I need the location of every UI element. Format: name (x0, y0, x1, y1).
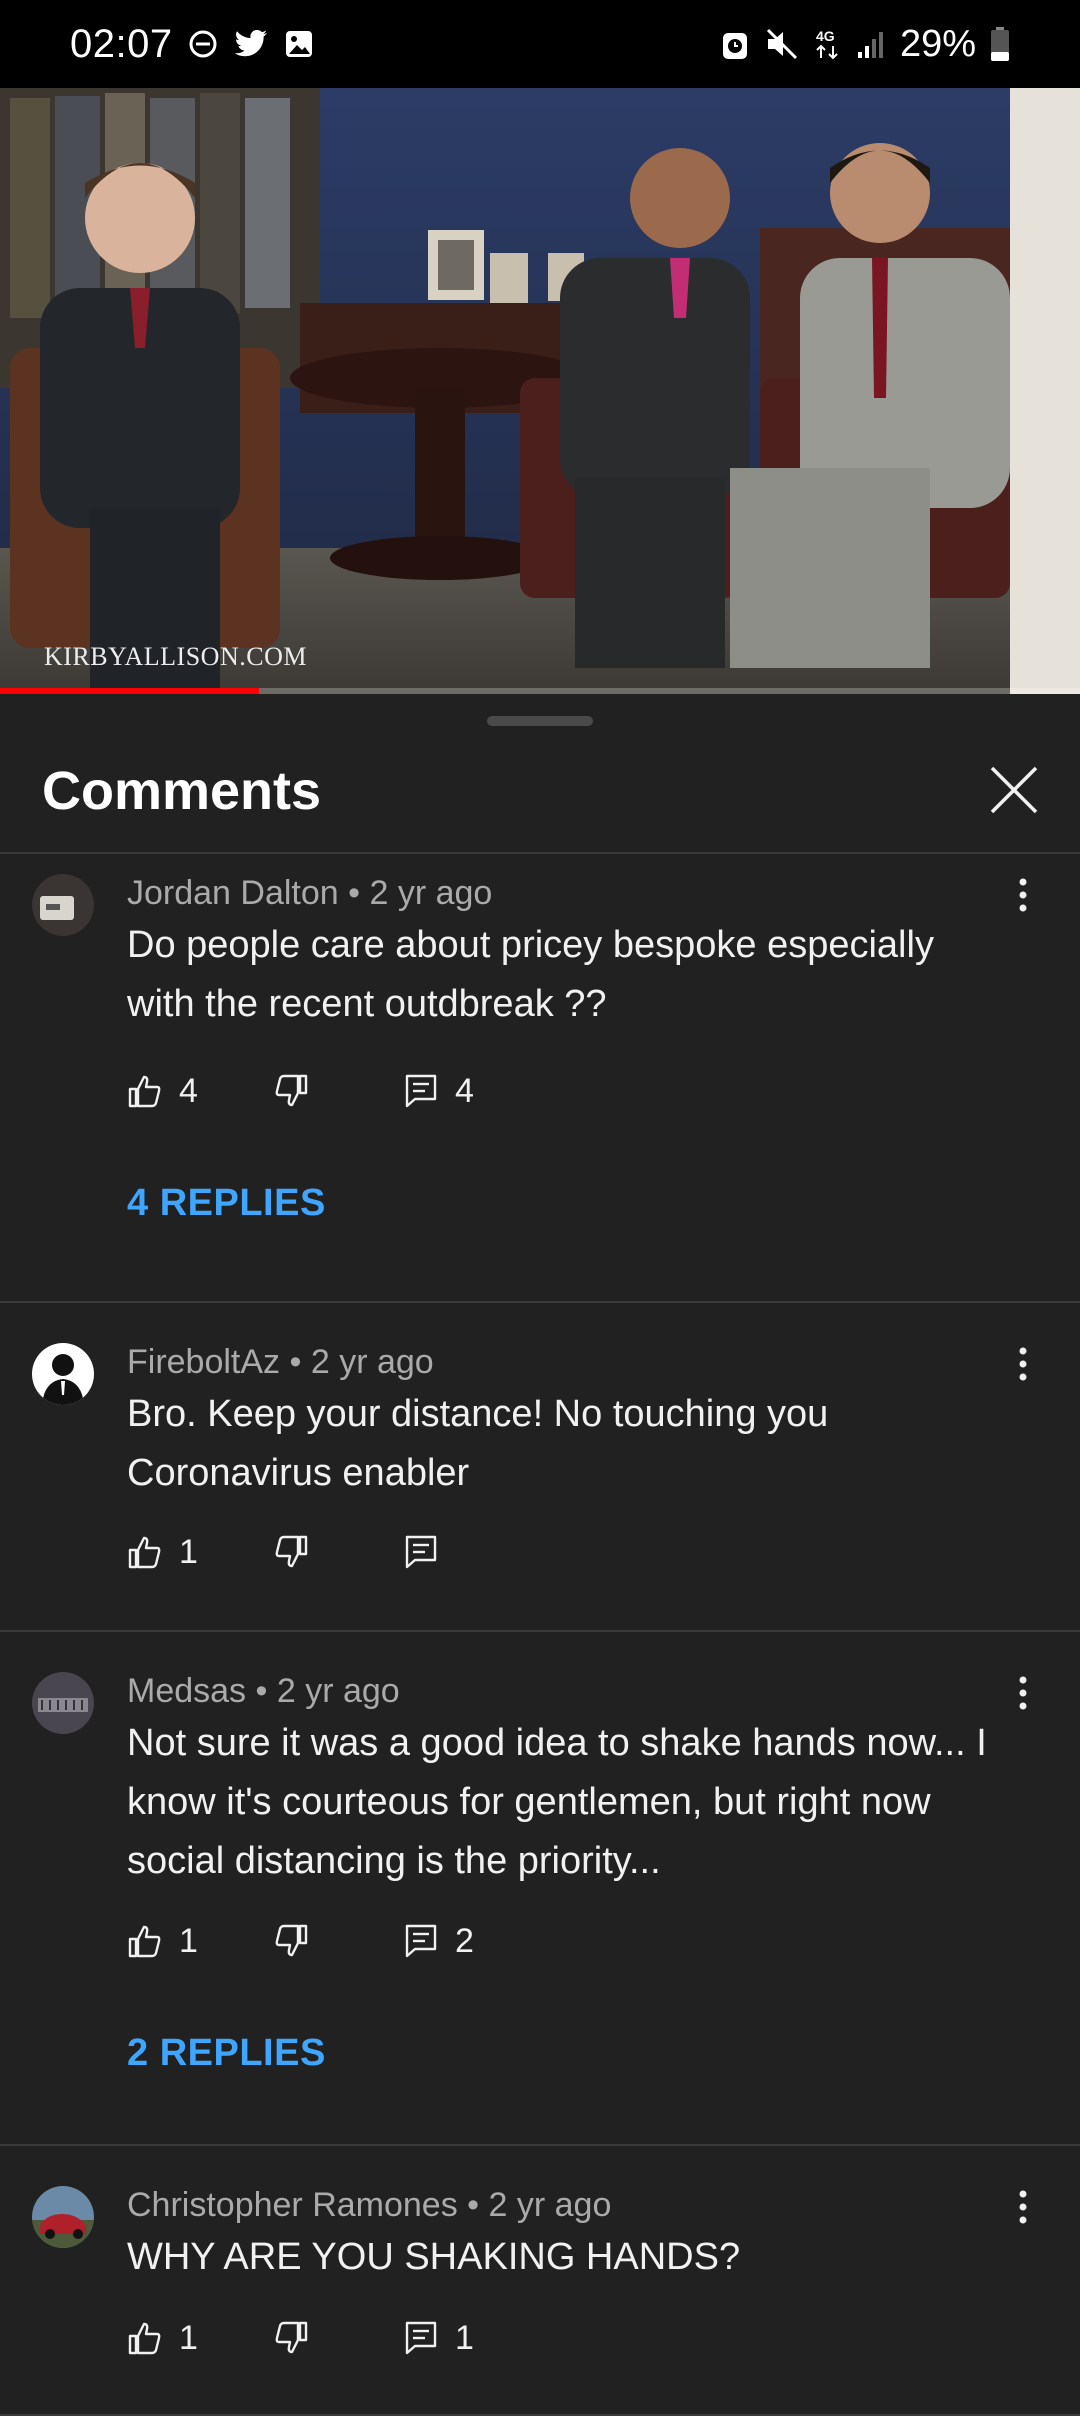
more-options-button[interactable] (1008, 1668, 1038, 1718)
comment-text: Bro. Keep your distance! No touching you… (127, 1393, 829, 1494)
video-watermark: KIRBYALLISON.COM (44, 642, 307, 671)
gallery-icon (283, 28, 315, 60)
more-vert-icon (1019, 1676, 1027, 1710)
thumbs-up-icon (128, 1075, 161, 1108)
comments-header: Comments (0, 740, 1080, 854)
comment-item: Christopher Ramones • 2 yr ago WHY ARE Y… (0, 2146, 1080, 2416)
avatar[interactable] (32, 1343, 94, 1405)
comment-meta: Medsas • 2 yr ago (127, 1672, 400, 1710)
comment-actions: 1 (127, 1527, 455, 1577)
status-bar: 02:07 4G 29% (0, 0, 1080, 88)
more-options-button[interactable] (1008, 2182, 1038, 2232)
thumbs-up-icon (128, 1925, 161, 1958)
more-options-button[interactable] (1008, 1339, 1038, 1389)
comment-actions: 1 1 (127, 2313, 474, 2363)
like-count: 1 (179, 1532, 198, 1571)
like-button[interactable]: 1 (127, 1922, 273, 1961)
comments-list: Jordan Dalton • 2 yr ago Do people care … (0, 856, 1080, 2416)
reply-icon (405, 1535, 437, 1569)
thumbs-down-icon (275, 1924, 308, 1957)
more-vert-icon (1019, 2190, 1027, 2224)
dislike-button[interactable] (273, 1534, 403, 1570)
avatar[interactable] (32, 1672, 94, 1734)
battery-percent: 29% (899, 22, 976, 65)
drag-handle[interactable] (487, 716, 593, 726)
comment-text: Do people care about pricey bespoke espe… (127, 924, 934, 1025)
comments-title: Comments (42, 761, 322, 821)
like-count: 4 (179, 1071, 198, 1110)
4g-icon: 4G (814, 26, 842, 62)
signal-icon (856, 28, 886, 60)
battery-icon (990, 26, 1010, 62)
status-time: 02:07 (70, 21, 173, 66)
comments-sheet: Comments Jordan Dalton • 2 yr ago Do peo… (0, 694, 1080, 2416)
reply-count: 2 (455, 1921, 474, 1960)
comment-actions: 4 4 (127, 1066, 474, 1116)
thumbs-down-icon (275, 2321, 308, 2354)
alarm-icon (720, 27, 750, 61)
more-vert-icon (1019, 1347, 1027, 1381)
view-replies-link[interactable]: 4 REPLIES (127, 1182, 326, 1225)
more-options-button[interactable] (1008, 870, 1038, 920)
like-button[interactable]: 1 (127, 1533, 273, 1572)
like-button[interactable]: 1 (127, 2319, 273, 2358)
comment-text: WHY ARE YOU SHAKING HANDS? (127, 2236, 741, 2278)
thumbs-up-icon (128, 2322, 161, 2355)
comment-text: Not sure it was a good idea to shake han… (127, 1722, 987, 1882)
reply-icon (405, 2321, 437, 2355)
dislike-button[interactable] (273, 1923, 403, 1959)
avatar[interactable] (32, 874, 94, 936)
comment-meta: Jordan Dalton • 2 yr ago (127, 874, 493, 912)
twitter-icon (233, 28, 269, 60)
like-count: 1 (179, 2318, 198, 2357)
comment-actions: 1 2 (127, 1916, 474, 1966)
do-not-disturb-icon (187, 28, 219, 60)
reply-count: 4 (455, 1071, 474, 1110)
reply-button[interactable]: 4 (403, 1072, 474, 1111)
reply-count: 1 (455, 2318, 474, 2357)
reply-icon (405, 1074, 437, 1108)
thumbs-down-icon (275, 1074, 308, 1107)
reply-button[interactable]: 1 (403, 2319, 474, 2358)
view-replies-link[interactable]: 2 REPLIES (127, 2032, 326, 2075)
reply-button[interactable]: 2 (403, 1922, 474, 1961)
thumbs-down-icon (275, 1535, 308, 1568)
avatar[interactable] (32, 2186, 94, 2248)
comment-item: Medsas • 2 yr ago Not sure it was a good… (0, 1632, 1080, 2146)
comment-meta: FireboltAz • 2 yr ago (127, 1343, 434, 1381)
thumbs-up-icon (128, 1536, 161, 1569)
close-icon (990, 766, 1038, 814)
comment-item: Jordan Dalton • 2 yr ago Do people care … (0, 856, 1080, 1303)
like-count: 1 (179, 1921, 198, 1960)
svg-text:4G: 4G (816, 28, 835, 44)
mute-icon (764, 27, 800, 61)
comment-meta: Christopher Ramones • 2 yr ago (127, 2186, 612, 2224)
reply-icon (405, 1924, 437, 1958)
dislike-button[interactable] (273, 2320, 403, 2356)
video-frame (0, 88, 1080, 694)
video-player[interactable]: KIRBYALLISON.COM (0, 88, 1080, 694)
close-button[interactable] (984, 760, 1044, 820)
like-button[interactable]: 4 (127, 1072, 273, 1111)
comment-item: FireboltAz • 2 yr ago Bro. Keep your dis… (0, 1303, 1080, 1632)
reply-button[interactable] (403, 1534, 455, 1570)
more-vert-icon (1019, 878, 1027, 912)
dislike-button[interactable] (273, 1073, 403, 1109)
